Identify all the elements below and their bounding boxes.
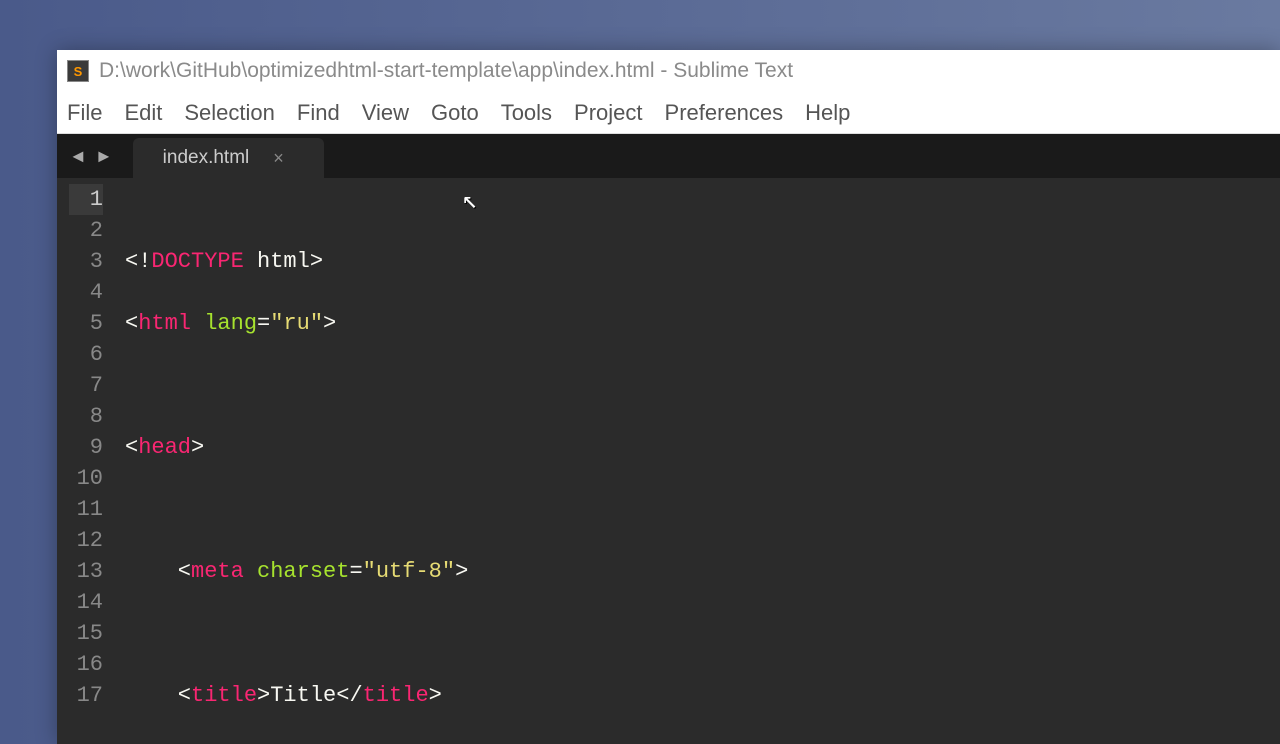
code-line: <head>: [125, 432, 1280, 463]
sublime-window: S D:\work\GitHub\optimizedhtml-start-tem…: [57, 50, 1280, 744]
code-line: <html lang="ru">: [125, 308, 1280, 339]
mouse-cursor-icon: ↖: [462, 186, 478, 217]
menu-edit[interactable]: Edit: [124, 100, 162, 126]
menu-help[interactable]: Help: [805, 100, 850, 126]
code-content[interactable]: ↖ <!DOCTYPE html> <html lang="ru"> <head…: [117, 178, 1280, 744]
menu-goto[interactable]: Goto: [431, 100, 479, 126]
menu-find[interactable]: Find: [297, 100, 340, 126]
window-title: D:\work\GitHub\optimizedhtml-start-templ…: [99, 59, 793, 83]
sublime-app-icon: S: [67, 60, 89, 82]
code-line: <meta charset="utf-8">: [125, 556, 1280, 587]
tab-index-html[interactable]: index.html ×: [133, 138, 324, 178]
line-number: 3: [69, 246, 103, 277]
code-line: <title>Title</title>: [125, 680, 1280, 711]
menu-view[interactable]: View: [362, 100, 409, 126]
line-number: 10: [69, 463, 103, 494]
code-line: [125, 618, 1280, 649]
line-number: 17: [69, 680, 103, 711]
menu-selection[interactable]: Selection: [184, 100, 275, 126]
line-number: 16: [69, 649, 103, 680]
code-line: [125, 494, 1280, 525]
editor-area: ◄ ► index.html × 1 2 3 4 5 6 7 8 9 10 11: [57, 134, 1280, 744]
line-number: 6: [69, 339, 103, 370]
line-number: 8: [69, 401, 103, 432]
menu-project[interactable]: Project: [574, 100, 642, 126]
tab-row: ◄ ► index.html ×: [57, 134, 1280, 178]
line-number: 2: [69, 215, 103, 246]
line-number: 11: [69, 494, 103, 525]
back-arrow-icon[interactable]: ◄: [69, 146, 87, 167]
forward-arrow-icon[interactable]: ►: [95, 146, 113, 167]
menubar: File Edit Selection Find View Goto Tools…: [57, 92, 1280, 134]
menu-preferences[interactable]: Preferences: [665, 100, 784, 126]
line-number: 14: [69, 587, 103, 618]
line-number: 4: [69, 277, 103, 308]
line-number: 12: [69, 525, 103, 556]
menu-file[interactable]: File: [67, 100, 102, 126]
tab-close-icon[interactable]: ×: [273, 148, 284, 169]
tab-label: index.html: [163, 147, 250, 169]
line-number: 13: [69, 556, 103, 587]
menu-tools[interactable]: Tools: [501, 100, 552, 126]
code-area[interactable]: 1 2 3 4 5 6 7 8 9 10 11 12 13 14 15 16 1…: [57, 178, 1280, 744]
code-line: [125, 370, 1280, 401]
code-line: <!DOCTYPE html>: [125, 246, 1280, 277]
line-number: 1: [69, 184, 103, 215]
titlebar[interactable]: S D:\work\GitHub\optimizedhtml-start-tem…: [57, 50, 1280, 92]
line-gutter: 1 2 3 4 5 6 7 8 9 10 11 12 13 14 15 16 1…: [57, 178, 117, 744]
line-number: 15: [69, 618, 103, 649]
line-number: 9: [69, 432, 103, 463]
line-number: 7: [69, 370, 103, 401]
line-number: 5: [69, 308, 103, 339]
nav-arrows: ◄ ►: [69, 134, 133, 178]
